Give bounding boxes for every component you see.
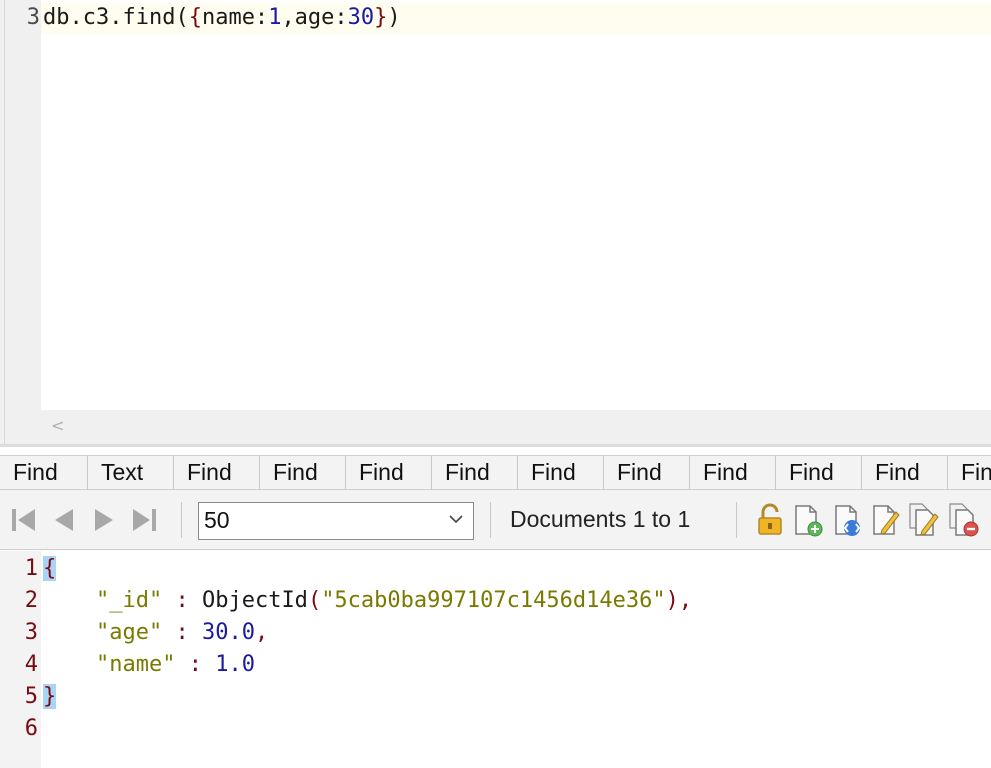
result-tab-strip: Find Text Find Find Find Find Find Find … bbox=[0, 455, 991, 490]
scroll-left-icon[interactable]: < bbox=[51, 416, 64, 435]
tab-find[interactable]: Find bbox=[690, 456, 776, 489]
query-field-name: name: bbox=[201, 5, 269, 30]
lock-icon[interactable] bbox=[754, 502, 786, 538]
add-document-icon[interactable] bbox=[792, 502, 824, 538]
json-close-line: } bbox=[43, 684, 57, 709]
pane-splitter[interactable] bbox=[0, 444, 991, 447]
query-value-30: 30 bbox=[347, 5, 375, 30]
json-key-name: "name" bbox=[95, 652, 176, 677]
query-text[interactable]: db.c3.find({name:1,age:30}) bbox=[43, 5, 401, 30]
tab-find[interactable]: Find bbox=[174, 456, 260, 489]
line-number: 3 bbox=[24, 620, 38, 645]
query-field-age: ,age: bbox=[281, 5, 348, 30]
tab-find[interactable]: Find bbox=[346, 456, 432, 489]
query-editor-text-area[interactable] bbox=[41, 0, 991, 410]
query-close-paren: ) bbox=[387, 5, 401, 30]
tab-text[interactable]: Text bbox=[88, 456, 174, 489]
query-editor-gutter: 3 bbox=[5, 0, 41, 410]
json-close-brace: } bbox=[43, 684, 57, 709]
page-size-select[interactable]: 50 bbox=[198, 502, 474, 540]
line-number: 1 bbox=[24, 556, 38, 581]
tab-find[interactable]: Find bbox=[776, 456, 862, 489]
line-number: 6 bbox=[24, 716, 38, 741]
tab-find[interactable]: Find bbox=[432, 456, 518, 489]
tab-find[interactable]: Find bbox=[518, 456, 604, 489]
query-close-brace: } bbox=[374, 5, 388, 30]
tab-find-partial[interactable]: Fin bbox=[948, 456, 991, 489]
tab-find[interactable]: Find bbox=[0, 456, 88, 489]
json-objectid-value: "5cab0ba997107c1456d14e36" bbox=[321, 588, 666, 613]
first-page-icon[interactable] bbox=[9, 506, 39, 534]
json-age-value: 30.0 bbox=[201, 620, 255, 645]
json-key-age: "age" bbox=[95, 620, 163, 645]
previous-page-icon[interactable] bbox=[49, 506, 79, 534]
tab-find[interactable]: Find bbox=[260, 456, 346, 489]
line-number: 5 bbox=[24, 684, 38, 709]
json-name-line: "name" : 1.0 bbox=[95, 652, 255, 677]
page-size-value: 50 bbox=[204, 507, 230, 533]
query-call: db.c3.find( bbox=[43, 5, 189, 30]
json-open-line: { bbox=[43, 556, 57, 581]
delete-document-icon[interactable] bbox=[948, 502, 980, 538]
json-key-id: "_id" bbox=[95, 588, 163, 613]
line-number: 3 bbox=[26, 5, 40, 30]
query-editor[interactable]: 3 db.c3.find({name:1,age:30}) < bbox=[0, 0, 991, 447]
result-json-viewer[interactable]: 1 2 3 4 5 6 { "_id" : ObjectId("5cab0ba9… bbox=[0, 551, 991, 768]
documents-range-label: Documents 1 to 1 bbox=[510, 506, 691, 532]
result-gutter: 1 2 3 4 5 6 bbox=[0, 551, 41, 768]
json-objectid-func: ObjectId bbox=[201, 588, 308, 613]
edit-multiple-icon[interactable] bbox=[908, 502, 940, 538]
last-page-icon[interactable] bbox=[129, 506, 159, 534]
toolbar-separator bbox=[181, 502, 182, 538]
json-name-value: 1.0 bbox=[215, 652, 255, 677]
next-page-icon[interactable] bbox=[89, 506, 119, 534]
json-id-line: "_id" : ObjectId("5cab0ba997107c1456d14e… bbox=[95, 588, 693, 613]
horizontal-scrollbar[interactable]: < bbox=[41, 410, 991, 444]
line-number: 4 bbox=[24, 652, 38, 677]
toolbar-separator bbox=[736, 502, 737, 538]
tab-find[interactable]: Find bbox=[604, 456, 690, 489]
chevron-down-icon bbox=[449, 515, 463, 524]
line-number: 2 bbox=[24, 588, 38, 613]
query-value-1: 1 bbox=[268, 5, 282, 30]
results-toolbar: 50 Documents 1 to 1 bbox=[0, 490, 991, 550]
tab-find[interactable]: Find bbox=[862, 456, 948, 489]
json-open-brace: { bbox=[43, 556, 57, 581]
edit-document-icon[interactable] bbox=[870, 502, 902, 538]
json-age-line: "age" : 30.0, bbox=[95, 620, 269, 645]
toolbar-separator bbox=[490, 502, 491, 538]
query-open-brace: { bbox=[188, 5, 202, 30]
view-document-icon[interactable] bbox=[832, 502, 864, 538]
